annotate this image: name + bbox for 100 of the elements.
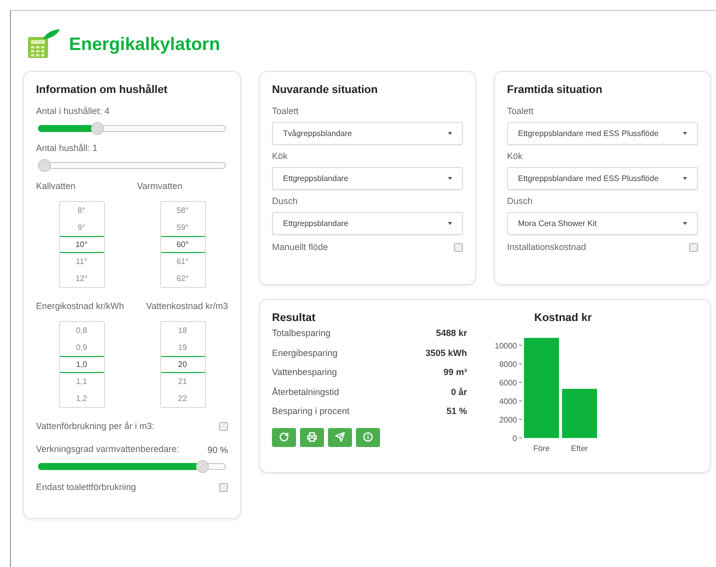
slider-label: Antal i hushållet: 4 — [36, 106, 111, 116]
printer-icon — [307, 432, 317, 442]
picker-value[interactable]: 61° — [160, 253, 204, 270]
picker-value[interactable]: 59° — [160, 219, 204, 236]
checkbox[interactable] — [219, 422, 228, 431]
picker-value[interactable]: 9° — [60, 219, 104, 236]
y-axis: 0 2000 4000 6000 8000 10000 — [494, 341, 522, 443]
field-label: Toalett — [507, 106, 535, 116]
checkbox-label: Manuellt flöde — [272, 241, 328, 254]
picker-value[interactable]: 1,0 — [60, 356, 104, 373]
picker-value[interactable]: 1,2 — [60, 390, 104, 407]
picker-value[interactable]: 12° — [60, 270, 104, 287]
dropdown[interactable]: Tvågreppsblandare — [272, 122, 463, 145]
y-tick-label: 0 — [512, 434, 518, 443]
number-picker[interactable]: 58° 59° 60° 61° 62° — [160, 201, 206, 288]
picker-value[interactable]: 0,9 — [60, 339, 104, 356]
refresh-button[interactable] — [272, 428, 296, 446]
app-title: Energikalkylatorn — [69, 34, 220, 55]
picker-value[interactable]: 11° — [60, 253, 104, 270]
info-icon — [363, 432, 373, 442]
send-button[interactable] — [328, 428, 352, 446]
result-value: 51 % — [446, 406, 467, 418]
picker-value[interactable]: 10° — [60, 236, 104, 253]
result-label: Vattenbesparing — [272, 367, 337, 379]
refresh-icon — [279, 432, 289, 442]
chart-bar — [562, 388, 597, 438]
slider[interactable] — [38, 460, 226, 473]
dropdown[interactable]: Ettgreppsblandare med ESS Plussflöde — [507, 167, 698, 190]
picker-label: Kallvatten — [36, 180, 77, 193]
dropdown[interactable]: Ettgreppsblandare med ESS Plussflöde — [507, 122, 698, 145]
card-title: Nuvarande situation — [272, 84, 379, 96]
card-title: Resultat — [272, 312, 316, 324]
paper-plane-icon — [335, 432, 345, 442]
caret-icon — [683, 177, 687, 180]
field-label: Dusch — [272, 196, 299, 206]
checkbox[interactable] — [219, 483, 228, 492]
card-title: Framtida situation — [507, 84, 604, 96]
field-label: Kök — [272, 151, 289, 161]
slider-fill — [38, 125, 94, 132]
picker-value[interactable]: 0,8 — [60, 322, 104, 339]
result-label: Besparing i procent — [272, 406, 350, 418]
picker-value[interactable]: 58° — [160, 202, 204, 219]
result-value: 5488 kr — [436, 328, 467, 340]
slider[interactable] — [38, 159, 226, 172]
dropdown[interactable]: Mora Cera Shower Kit — [507, 212, 698, 235]
field-label: Kök — [507, 151, 524, 161]
slider-label: Verkningsgrad varmvattenberedare: — [36, 443, 180, 456]
slider-label: Antal hushåll: 1 — [36, 143, 99, 153]
field-label: Dusch — [507, 196, 534, 206]
picker-value[interactable]: 18 — [160, 322, 204, 339]
chart-title: Kostnad kr — [534, 312, 592, 324]
picker-label: Varmvatten — [137, 180, 184, 193]
picker-value[interactable]: 22 — [160, 390, 204, 407]
slider[interactable] — [38, 122, 226, 135]
slider-reading: 90 % — [207, 444, 228, 454]
y-tick-label: 6000 — [499, 378, 518, 388]
checkbox-label: Endast toalettförbrukning — [36, 481, 136, 494]
info-button[interactable] — [356, 428, 380, 446]
result-label: Återbetalningstid — [272, 386, 340, 399]
y-tick-label: 4000 — [499, 396, 518, 406]
picker-value[interactable]: 19 — [160, 339, 204, 356]
y-tick-label: 8000 — [499, 360, 518, 369]
caret-icon — [448, 177, 452, 180]
number-picker[interactable]: 8° 9° 10° 11° 12° — [58, 201, 104, 288]
picker-label: Vattenkostnad kr/m3 — [145, 300, 228, 313]
result-value: 3505 kWh — [425, 348, 467, 360]
caret-icon — [448, 222, 452, 225]
x-axis-label: Före — [533, 444, 550, 453]
number-picker[interactable]: 18 19 20 21 22 — [160, 321, 206, 408]
slider-thumb[interactable] — [196, 460, 208, 473]
picker-value[interactable]: 20 — [160, 356, 204, 373]
picker-value[interactable]: 8° — [60, 202, 104, 219]
dropdown[interactable]: Ettgreppsblandare — [272, 212, 463, 235]
picker-value[interactable]: 62° — [160, 270, 204, 287]
picker-label: Energikostnad kr/kWh — [36, 300, 126, 313]
picker-value[interactable]: 21 — [160, 373, 204, 390]
result-value: 99 m³ — [443, 367, 467, 379]
slider-thumb[interactable] — [38, 159, 51, 172]
slider-thumb[interactable] — [90, 122, 104, 135]
dropdown[interactable]: Ettgreppsblandare — [272, 167, 463, 190]
result-label: Totalbesparing — [272, 328, 331, 340]
caret-icon — [683, 222, 687, 225]
checkbox-label: Installationskostnad — [507, 241, 586, 254]
checkbox[interactable] — [689, 243, 698, 252]
caret-icon — [448, 132, 452, 135]
result-label: Energibesparing — [272, 348, 338, 360]
checkbox-label: Vattenförbrukning per år i m3: — [36, 420, 154, 433]
y-tick-label: 10000 — [494, 341, 518, 350]
picker-value[interactable]: 1,1 — [60, 373, 104, 390]
calculator-leaf-logo — [27, 29, 61, 59]
x-axis-label: Efter — [571, 444, 588, 453]
checkbox[interactable] — [454, 243, 463, 252]
print-button[interactable] — [300, 428, 324, 446]
y-tick-label: 2000 — [499, 415, 518, 424]
caret-icon — [683, 132, 687, 135]
result-value: 0 år — [450, 386, 467, 398]
number-picker[interactable]: 0,8 0,9 1,0 1,1 1,2 — [58, 321, 104, 408]
card-title: Information om hushållet — [36, 84, 168, 96]
picker-value[interactable]: 60° — [160, 236, 204, 253]
field-label: Toalett — [272, 106, 300, 116]
